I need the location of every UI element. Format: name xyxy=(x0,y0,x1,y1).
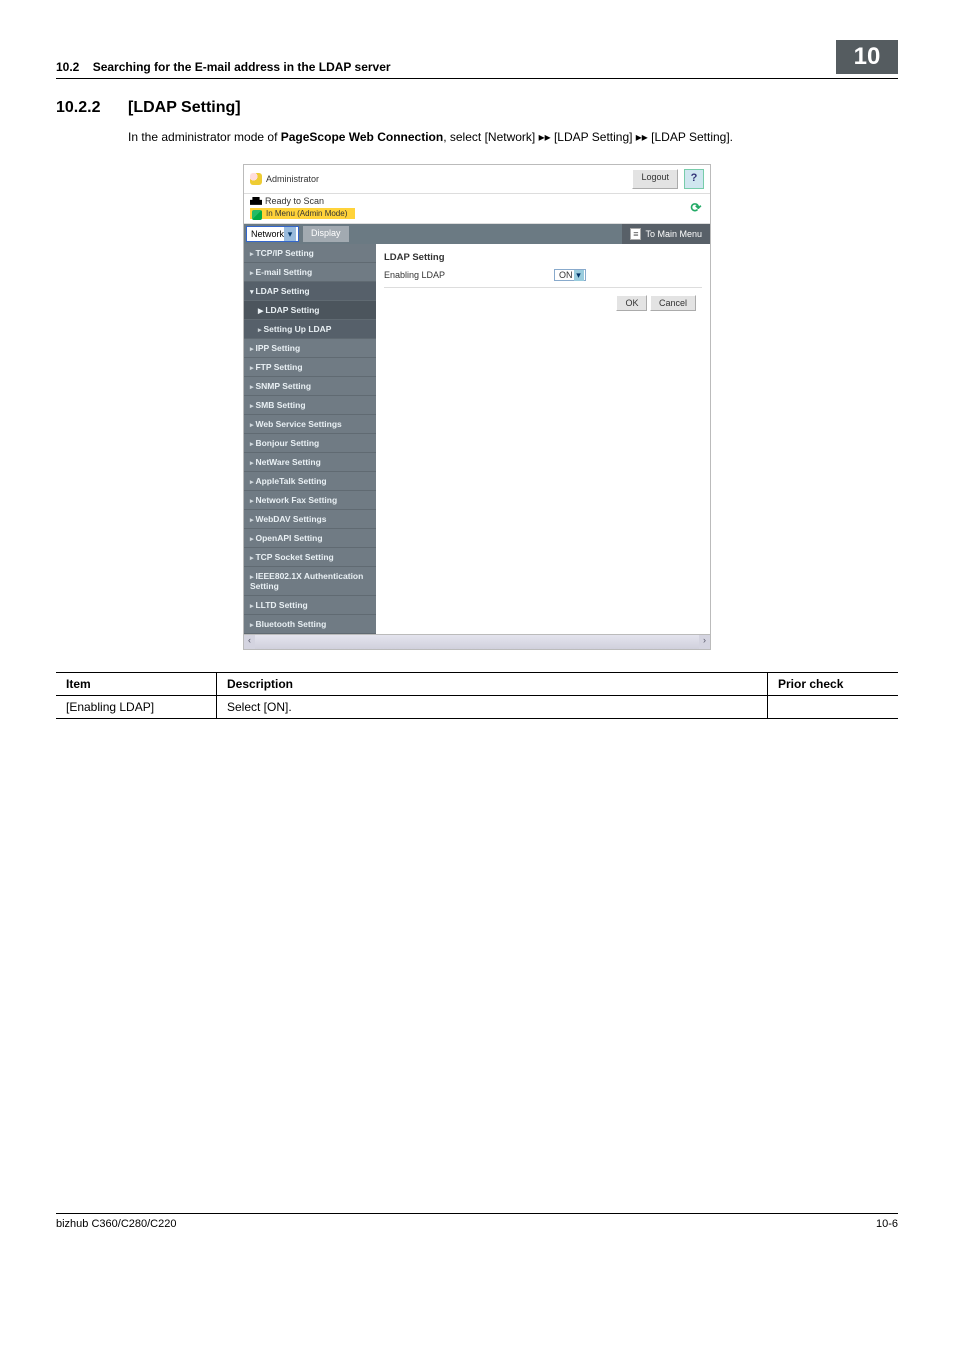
main-menu-icon: ≡ xyxy=(630,228,641,240)
item-description-table: Item Description Prior check [Enabling L… xyxy=(56,672,898,719)
sidebar-item-ieee8021x[interactable]: IEEE802.1X Authentication Setting xyxy=(244,567,376,596)
administrator-icon xyxy=(250,173,262,185)
section-number: 10.2 xyxy=(56,60,79,74)
th-description: Description xyxy=(217,672,768,695)
category-select[interactable]: Network xyxy=(246,226,299,242)
sidebar-subitem-setting-up-ldap[interactable]: Setting Up LDAP xyxy=(244,320,376,339)
enabling-ldap-label: Enabling LDAP xyxy=(384,270,554,280)
th-prior-check: Prior check xyxy=(768,672,899,695)
panel-heading: LDAP Setting xyxy=(384,252,702,263)
page-header: 10.2 Searching for the E-mail address in… xyxy=(56,40,898,79)
sidebar-item-ftp[interactable]: FTP Setting xyxy=(244,358,376,377)
refresh-icon[interactable]: ⟳ xyxy=(688,200,704,216)
sidebar-item-networkfax[interactable]: Network Fax Setting xyxy=(244,491,376,510)
display-button[interactable]: Display xyxy=(303,226,349,242)
enabling-ldap-select[interactable]: ON xyxy=(554,269,586,281)
to-main-menu-button[interactable]: ≡ To Main Menu xyxy=(622,224,710,244)
scroll-right-icon[interactable]: › xyxy=(699,635,710,649)
section-topic: Searching for the E-mail address in the … xyxy=(93,60,391,74)
main-content-panel: LDAP Setting Enabling LDAP ON OK Cancel xyxy=(376,244,710,634)
settings-sidebar: TCP/IP Setting E-mail Setting LDAP Setti… xyxy=(244,244,376,634)
sidebar-item-openapi[interactable]: OpenAPI Setting xyxy=(244,529,376,548)
sidebar-item-smb[interactable]: SMB Setting xyxy=(244,396,376,415)
sidebar-item-ldap[interactable]: LDAP Setting xyxy=(244,282,376,301)
subsection-number: 10.2.2 xyxy=(56,99,128,117)
help-icon[interactable]: ? xyxy=(684,169,704,189)
cell-description: Select [ON]. xyxy=(217,695,768,718)
cancel-button[interactable]: Cancel xyxy=(650,295,696,311)
embedded-webadmin-screenshot: Administrator Logout ? Ready to Scan In … xyxy=(243,164,711,650)
sidebar-item-lltd[interactable]: LLTD Setting xyxy=(244,596,376,615)
sidebar-item-tcpip[interactable]: TCP/IP Setting xyxy=(244,244,376,263)
logout-button[interactable]: Logout xyxy=(632,169,678,189)
footer-model: bizhub C360/C280/C220 xyxy=(56,1218,176,1230)
menu-mode-banner: In Menu (Admin Mode) xyxy=(250,208,355,219)
sidebar-item-ipp[interactable]: IPP Setting xyxy=(244,339,376,358)
sidebar-item-appletalk[interactable]: AppleTalk Setting xyxy=(244,472,376,491)
horizontal-scrollbar[interactable]: ‹ › xyxy=(244,634,710,649)
sidebar-item-snmp[interactable]: SNMP Setting xyxy=(244,377,376,396)
sidebar-item-netware[interactable]: NetWare Setting xyxy=(244,453,376,472)
cell-prior-check xyxy=(768,695,899,718)
page-footer: bizhub C360/C280/C220 10-6 xyxy=(56,1213,898,1230)
sidebar-item-email[interactable]: E-mail Setting xyxy=(244,263,376,282)
sidebar-subitem-ldap-setting[interactable]: LDAP Setting xyxy=(244,301,376,320)
sidebar-item-webdav[interactable]: WebDAV Settings xyxy=(244,510,376,529)
cell-item: [Enabling LDAP] xyxy=(56,695,217,718)
intro-paragraph: In the administrator mode of PageScope W… xyxy=(128,129,898,146)
subsection-title: [LDAP Setting] xyxy=(128,99,241,117)
administrator-label: Administrator xyxy=(266,174,319,184)
chapter-number-box: 10 xyxy=(836,40,898,74)
ready-status: Ready to Scan xyxy=(265,196,324,206)
printer-icon xyxy=(250,197,262,207)
sidebar-item-tcpsocket[interactable]: TCP Socket Setting xyxy=(244,548,376,567)
th-item: Item xyxy=(56,672,217,695)
sidebar-item-bonjour[interactable]: Bonjour Setting xyxy=(244,434,376,453)
ok-button[interactable]: OK xyxy=(616,295,647,311)
table-row: [Enabling LDAP] Select [ON]. xyxy=(56,695,898,718)
scroll-left-icon[interactable]: ‹ xyxy=(244,635,255,649)
footer-page-number: 10-6 xyxy=(876,1218,898,1230)
sidebar-item-web-service[interactable]: Web Service Settings xyxy=(244,415,376,434)
sidebar-item-bluetooth[interactable]: Bluetooth Setting xyxy=(244,615,376,634)
